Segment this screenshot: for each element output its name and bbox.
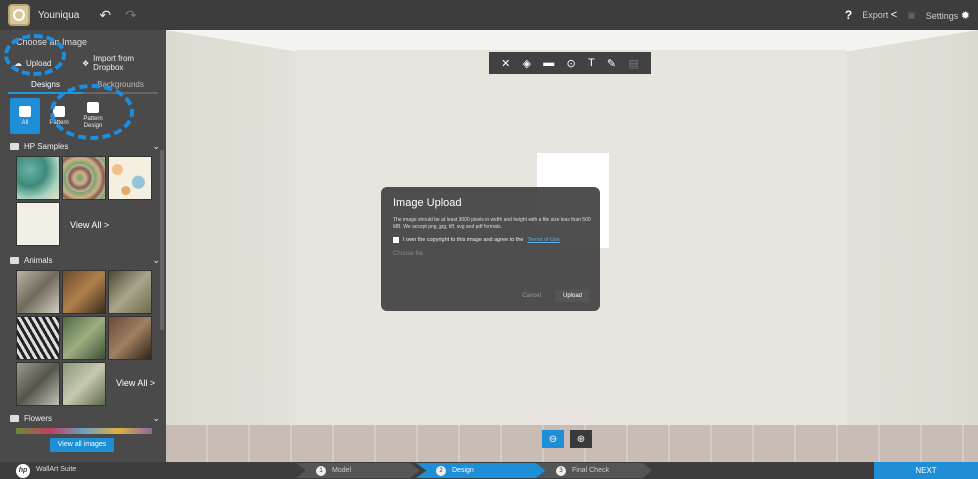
chevron-down-icon: ⌄: [152, 413, 160, 423]
chevron-down-icon: ⌄: [152, 255, 160, 265]
animal-thumbnail[interactable]: [16, 270, 60, 314]
suite-name: WallArt Suite: [36, 466, 77, 473]
crop-icon[interactable]: ✕: [501, 57, 510, 70]
undo-icon[interactable]: ↶: [99, 7, 111, 24]
agreement-text: I own the copyright to this image and ag…: [403, 237, 524, 243]
zoom-icon[interactable]: ⊙: [567, 57, 576, 70]
dropbox-icon: ❖: [82, 58, 90, 68]
dropbox-import-button[interactable]: ❖ Import from Dropbox: [82, 54, 166, 72]
step-label: Final Check: [572, 467, 609, 474]
step-final-check[interactable]: 3 Final Check: [536, 463, 652, 478]
dialog-title: Image Upload: [393, 197, 462, 209]
rectangle-icon[interactable]: ▬: [543, 57, 554, 69]
zoom-controls: ⊖ ⊕: [542, 430, 592, 448]
hp-logo-icon: hp: [16, 464, 30, 478]
copyright-checkbox[interactable]: [393, 237, 399, 243]
settings-label: Settings: [925, 10, 959, 21]
category-all-label: All: [21, 120, 29, 126]
next-button[interactable]: NEXT: [874, 462, 978, 479]
bottom-bar: hp WallArt Suite 1 Model 2 Design 3 Fina…: [0, 462, 978, 479]
dialog-buttons: Cancel Upload: [514, 290, 590, 302]
edit-icon[interactable]: ✎: [607, 57, 616, 70]
step-number: 3: [556, 465, 566, 476]
image-icon: [19, 106, 31, 117]
view-all-images-button[interactable]: View all images: [50, 438, 114, 452]
terms-link[interactable]: Terms of Use: [527, 237, 559, 243]
fill-icon[interactable]: ◈: [523, 57, 531, 70]
dialog-upload-button[interactable]: Upload: [554, 290, 590, 302]
chevron-down-icon: ⌄: [152, 141, 160, 151]
dialog-description: The image should be at least 3000 pixels…: [393, 217, 591, 230]
image-upload-dialog: Image Upload The image should be at leas…: [381, 187, 600, 311]
help-icon[interactable]: ?: [845, 8, 852, 22]
text-icon[interactable]: T: [588, 57, 595, 69]
save-icon[interactable]: ▣: [907, 10, 916, 21]
animal-thumbnail[interactable]: [62, 362, 106, 406]
animal-thumbnail[interactable]: [16, 316, 60, 360]
gear-icon: ✹: [960, 9, 970, 22]
animal-thumbnail[interactable]: [108, 316, 152, 360]
folder-icon: [10, 143, 19, 150]
logo-ring-icon: [13, 9, 25, 21]
folder-icon: [10, 415, 19, 422]
step-model[interactable]: 1 Model: [296, 463, 420, 478]
section-title: Animals: [24, 256, 53, 265]
step-number: 2: [436, 465, 446, 476]
animal-thumbnail[interactable]: [62, 270, 106, 314]
brand-name: Youniqua: [38, 9, 80, 21]
highlight-circle: [50, 84, 134, 140]
settings-button[interactable]: Settings ✹: [926, 9, 970, 22]
step-design[interactable]: 2 Design: [416, 463, 546, 478]
animal-thumbnail[interactable]: [62, 316, 106, 360]
flower-thumbnail-strip[interactable]: [16, 428, 152, 434]
section-animals[interactable]: Animals ⌄: [10, 255, 160, 265]
section-title: HP Samples: [24, 142, 69, 151]
cancel-button[interactable]: Cancel: [514, 290, 549, 302]
sidebar-scrollbar[interactable]: [160, 150, 164, 330]
sample-thumbnail[interactable]: [16, 202, 60, 246]
copyright-agreement: I own the copyright to this image and ag…: [393, 237, 588, 243]
app-logo[interactable]: [8, 4, 30, 26]
image-sidebar: Choose an Image ☁ Upload ❖ Import from D…: [0, 30, 166, 462]
layers-icon[interactable]: ▤: [628, 57, 638, 70]
dropbox-label: Import from Dropbox: [93, 54, 135, 72]
export-button[interactable]: Export <: [862, 9, 897, 21]
folder-icon: [10, 257, 19, 264]
sample-thumbnail[interactable]: [16, 156, 60, 200]
redo-icon[interactable]: ↷: [125, 7, 137, 24]
section-flowers[interactable]: Flowers ⌄: [10, 413, 160, 423]
sample-thumbnail[interactable]: [108, 156, 152, 200]
category-all[interactable]: All: [10, 98, 40, 134]
choose-file-button[interactable]: Choose file: [393, 251, 588, 257]
section-hp-samples[interactable]: HP Samples ⌄: [10, 141, 160, 151]
zoom-in-icon[interactable]: ⊕: [570, 430, 592, 448]
step-number: 1: [316, 465, 326, 476]
room-left-wall: [166, 30, 296, 462]
export-label: Export: [862, 10, 889, 20]
view-all-link[interactable]: View All >: [70, 220, 109, 230]
zoom-out-icon[interactable]: ⊖: [542, 430, 564, 448]
highlight-circle: [4, 34, 66, 76]
step-label: Design: [452, 467, 474, 474]
top-right-actions: ? Export < ▣ Settings ✹: [845, 0, 970, 30]
step-label: Model: [332, 467, 352, 474]
top-bar: Youniqua ↶ ↷ ? Export < ▣ Settings ✹: [0, 0, 978, 30]
design-toolbar: ✕ ◈ ▬ ⊙ T ✎ ▤: [489, 52, 651, 74]
animal-thumbnail[interactable]: [16, 362, 60, 406]
section-title: Flowers: [24, 414, 53, 423]
animal-thumbnail[interactable]: [108, 270, 152, 314]
sample-thumbnail[interactable]: [62, 156, 106, 200]
share-icon: <: [890, 9, 898, 21]
view-all-link[interactable]: View All >: [116, 378, 155, 388]
room-right-wall: [846, 30, 978, 462]
